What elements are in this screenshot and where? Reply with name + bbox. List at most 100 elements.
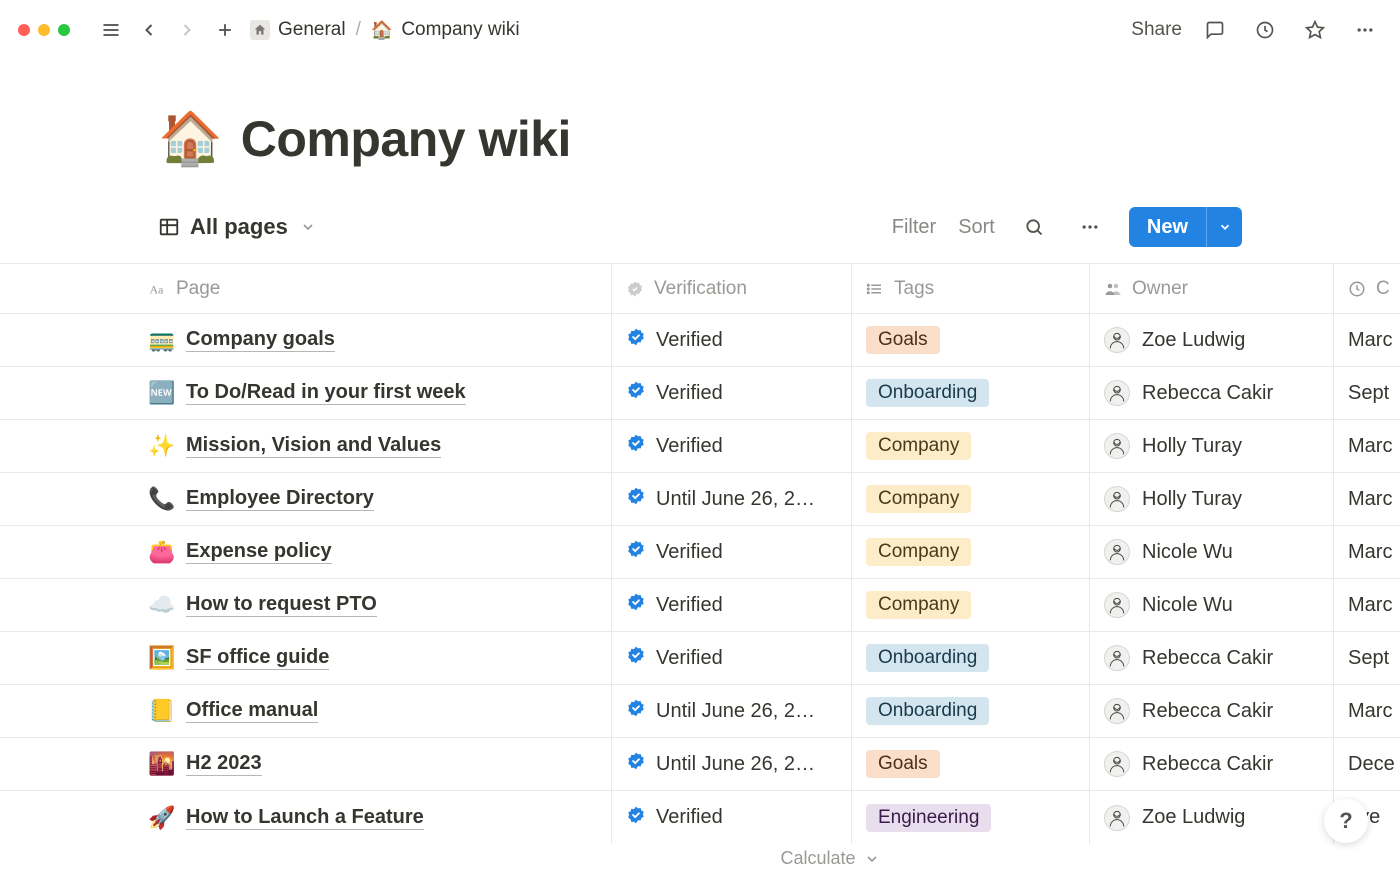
table-row[interactable]: 🚀 How to Launch a Feature Verified Engin…	[0, 791, 1400, 844]
date-text: Marc	[1348, 594, 1392, 617]
table-row[interactable]: 👛 Expense policy Verified Company Nicole…	[0, 526, 1400, 579]
view-selector[interactable]: All pages	[158, 214, 316, 240]
date-text: Marc	[1348, 541, 1392, 564]
cell-date: Sept	[1334, 367, 1400, 419]
date-text: Dece	[1348, 753, 1395, 776]
tag-pill: Onboarding	[866, 697, 989, 725]
database-table: Aa Page Verification Tags Owne	[0, 263, 1400, 844]
row-title-link[interactable]: H2 2023	[186, 752, 262, 776]
table-row[interactable]: ☁️ How to request PTO Verified Company N…	[0, 579, 1400, 632]
table-row[interactable]: 🚃 Company goals Verified Goals Zoe Ludwi…	[0, 314, 1400, 367]
verified-badge-icon	[626, 433, 646, 459]
column-header-page[interactable]: Aa Page	[0, 264, 612, 313]
cell-page: 🌇 H2 2023	[0, 738, 612, 790]
table-icon	[158, 216, 180, 238]
cell-owner: Zoe Ludwig	[1090, 314, 1334, 366]
verification-text: Verified	[656, 329, 723, 352]
row-title-link[interactable]: How to request PTO	[186, 593, 377, 617]
verification-text: Verified	[656, 647, 723, 670]
forward-icon[interactable]	[170, 13, 204, 47]
verification-text: Verified	[656, 594, 723, 617]
view-actions: Filter Sort New	[892, 207, 1400, 247]
row-emoji: 🚃	[148, 327, 174, 353]
chevron-down-icon	[300, 219, 316, 235]
table-row[interactable]: 🖼️ SF office guide Verified Onboarding R…	[0, 632, 1400, 685]
sort-button[interactable]: Sort	[958, 216, 995, 239]
verification-property-icon	[626, 280, 644, 298]
tag-pill: Company	[866, 485, 971, 513]
row-title-link[interactable]: Mission, Vision and Values	[186, 434, 441, 458]
maximize-window[interactable]	[58, 24, 70, 36]
more-icon[interactable]	[1348, 13, 1382, 47]
column-header-tags[interactable]: Tags	[852, 264, 1090, 313]
row-title-link[interactable]: Office manual	[186, 699, 318, 723]
column-header-owner[interactable]: Owner	[1090, 264, 1334, 313]
share-button[interactable]: Share	[1131, 19, 1182, 41]
cell-page: ☁️ How to request PTO	[0, 579, 612, 631]
row-title-link[interactable]: SF office guide	[186, 646, 329, 670]
column-header-created[interactable]: C	[1334, 264, 1400, 313]
avatar	[1104, 751, 1130, 777]
minimize-window[interactable]	[38, 24, 50, 36]
cell-owner: Rebecca Cakir	[1090, 685, 1334, 737]
table-row[interactable]: 🆕 To Do/Read in your first week Verified…	[0, 367, 1400, 420]
owner-name: Rebecca Cakir	[1142, 700, 1273, 723]
verification-text: Until June 26, 2…	[656, 488, 815, 511]
page-title[interactable]: Company wiki	[241, 110, 571, 168]
view-more-icon[interactable]	[1073, 210, 1107, 244]
avatar	[1104, 805, 1130, 831]
column-header-verification[interactable]: Verification	[612, 264, 852, 313]
menu-icon[interactable]	[94, 13, 128, 47]
tag-pill: Company	[866, 538, 971, 566]
close-window[interactable]	[18, 24, 30, 36]
updates-icon[interactable]	[1248, 13, 1282, 47]
row-title-link[interactable]: Employee Directory	[186, 487, 374, 511]
favorite-icon[interactable]	[1298, 13, 1332, 47]
breadcrumb-separator: /	[356, 19, 361, 41]
verified-badge-icon	[626, 751, 646, 777]
avatar	[1104, 539, 1130, 565]
owner-name: Rebecca Cakir	[1142, 382, 1273, 405]
breadcrumb-parent[interactable]: General	[278, 19, 346, 41]
cell-date: Marc	[1334, 473, 1400, 525]
row-title-link[interactable]: To Do/Read in your first week	[186, 381, 466, 405]
avatar	[1104, 380, 1130, 406]
help-button[interactable]: ?	[1324, 799, 1368, 843]
new-page-icon[interactable]	[208, 13, 242, 47]
home-icon	[250, 20, 270, 40]
owner-name: Zoe Ludwig	[1142, 806, 1245, 829]
row-emoji: 📒	[148, 698, 174, 724]
avatar	[1104, 327, 1130, 353]
cell-tags: Onboarding	[852, 685, 1090, 737]
row-emoji: 📞	[148, 486, 174, 512]
owner-name: Holly Turay	[1142, 488, 1242, 511]
cell-date: Sept	[1334, 632, 1400, 684]
new-button-dropdown[interactable]	[1206, 207, 1242, 247]
filter-button[interactable]: Filter	[892, 216, 936, 239]
cell-page: 🚃 Company goals	[0, 314, 612, 366]
cell-owner: Holly Turay	[1090, 420, 1334, 472]
calculate-row[interactable]: Calculate	[0, 848, 1400, 869]
view-bar: All pages Filter Sort New	[0, 169, 1400, 259]
table-row[interactable]: ✨ Mission, Vision and Values Verified Co…	[0, 420, 1400, 473]
table-row[interactable]: 📞 Employee Directory Until June 26, 2… C…	[0, 473, 1400, 526]
back-icon[interactable]	[132, 13, 166, 47]
verified-badge-icon	[626, 380, 646, 406]
verified-badge-icon	[626, 805, 646, 831]
date-text: Sept	[1348, 647, 1389, 670]
search-icon[interactable]	[1017, 210, 1051, 244]
table-header: Aa Page Verification Tags Owne	[0, 264, 1400, 314]
cell-owner: Holly Turay	[1090, 473, 1334, 525]
table-row[interactable]: 📒 Office manual Until June 26, 2… Onboar…	[0, 685, 1400, 738]
verified-badge-icon	[626, 539, 646, 565]
row-title-link[interactable]: How to Launch a Feature	[186, 806, 424, 830]
page-icon[interactable]: 🏠	[158, 108, 223, 169]
verification-text: Verified	[656, 382, 723, 405]
new-button-group: New	[1129, 207, 1242, 247]
breadcrumb-current[interactable]: Company wiki	[401, 19, 519, 41]
table-row[interactable]: 🌇 H2 2023 Until June 26, 2… Goals Rebecc…	[0, 738, 1400, 791]
comments-icon[interactable]	[1198, 13, 1232, 47]
row-title-link[interactable]: Expense policy	[186, 540, 332, 564]
row-title-link[interactable]: Company goals	[186, 328, 335, 352]
new-button[interactable]: New	[1129, 216, 1206, 239]
